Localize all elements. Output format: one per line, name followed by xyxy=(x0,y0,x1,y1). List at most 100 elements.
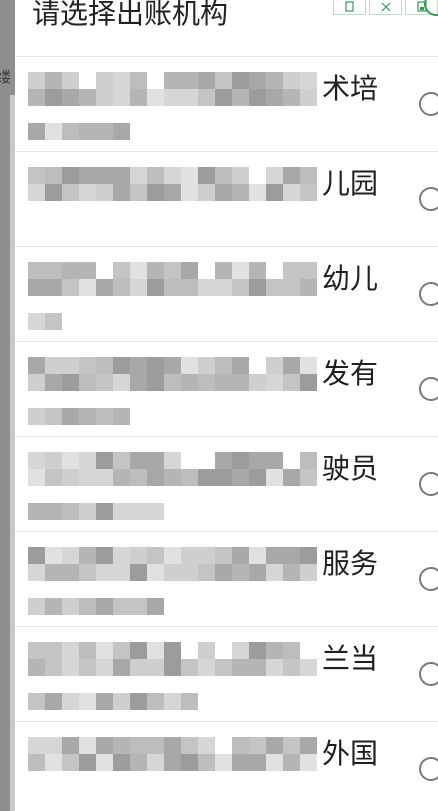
mosaic-cell xyxy=(45,184,62,201)
mosaic-cell xyxy=(164,374,181,391)
mosaic-cell xyxy=(266,547,283,564)
copy-button[interactable] xyxy=(333,0,366,15)
mosaic-cell xyxy=(283,357,300,374)
mosaic-cell xyxy=(45,167,62,184)
mosaic-cell xyxy=(164,642,181,659)
mosaic-cell xyxy=(215,89,232,106)
mosaic-cell xyxy=(249,279,266,296)
mosaic-cell xyxy=(79,642,96,659)
mosaic-cell xyxy=(130,693,147,710)
mosaic-cell xyxy=(62,503,79,520)
mosaic-cell xyxy=(147,754,164,771)
mosaic-cell xyxy=(45,642,62,659)
mosaic-cell xyxy=(28,313,45,330)
mosaic-cell xyxy=(130,167,147,184)
mosaic-cell xyxy=(232,167,249,184)
list-item[interactable]: 驶员 xyxy=(15,437,438,532)
mosaic-cell xyxy=(249,469,266,486)
mosaic-cell xyxy=(232,262,249,279)
mosaic-cell xyxy=(79,279,96,296)
list-item[interactable]: 外国 xyxy=(15,722,438,811)
radio-button[interactable] xyxy=(419,187,438,211)
mosaic-cell xyxy=(28,564,45,581)
mosaic-cell xyxy=(28,693,45,710)
mosaic-cell xyxy=(130,503,147,520)
mosaic-cell xyxy=(45,754,62,771)
mosaic-cell xyxy=(147,737,164,754)
mosaic-cell xyxy=(45,357,62,374)
mosaic-cell xyxy=(249,89,266,106)
mosaic-cell xyxy=(198,564,215,581)
mosaic-cell xyxy=(113,374,130,391)
mosaic-cell xyxy=(79,503,96,520)
mosaic-cell xyxy=(232,452,249,469)
org-label: 幼儿 xyxy=(322,262,379,295)
mosaic-cell xyxy=(300,89,317,106)
list-item[interactable]: 兰当 xyxy=(15,627,438,722)
mosaic-cell xyxy=(45,72,62,89)
org-label: 儿园 xyxy=(322,167,379,200)
expand-button[interactable] xyxy=(369,0,402,15)
list-item[interactable]: 术培 xyxy=(15,57,438,152)
mosaic-cell xyxy=(232,547,249,564)
mosaic-cell xyxy=(96,693,113,710)
mosaic-cell xyxy=(181,279,198,296)
mosaic-cell xyxy=(113,693,130,710)
mosaic-cell xyxy=(79,564,96,581)
redacted-mosaic xyxy=(28,452,317,520)
redacted-mosaic xyxy=(28,262,317,330)
mosaic-cell xyxy=(181,167,198,184)
mosaic-cell xyxy=(300,374,317,391)
mosaic-cell xyxy=(147,564,164,581)
mosaic-cell xyxy=(266,89,283,106)
mosaic-cell xyxy=(28,452,45,469)
mosaic-cell xyxy=(181,564,198,581)
mosaic-cell xyxy=(147,547,164,564)
radio-button[interactable] xyxy=(419,282,438,306)
select-account-org-dialog: 请选择出账机构 术培 儿园 幼儿 发有 驶员 服务 兰当 外国 xyxy=(15,0,438,811)
radio-button[interactable] xyxy=(419,377,438,401)
mosaic-cell xyxy=(28,89,45,106)
radio-button[interactable] xyxy=(419,662,438,686)
mosaic-cell xyxy=(266,357,283,374)
mosaic-cell xyxy=(300,357,317,374)
mosaic-cell xyxy=(198,642,215,659)
mosaic-cell xyxy=(147,357,164,374)
mosaic-cell xyxy=(181,374,198,391)
mosaic-cell xyxy=(249,564,266,581)
mosaic-cell xyxy=(266,659,283,676)
radio-button[interactable] xyxy=(419,92,438,116)
mosaic-cell xyxy=(300,469,317,486)
mosaic-cell xyxy=(164,754,181,771)
mosaic-cell xyxy=(164,469,181,486)
mosaic-cell xyxy=(113,503,130,520)
mosaic-cell xyxy=(62,737,79,754)
mosaic-cell xyxy=(96,279,113,296)
list-item[interactable]: 发有 xyxy=(15,342,438,437)
mosaic-cell xyxy=(62,452,79,469)
list-item[interactable]: 儿园 xyxy=(15,152,438,247)
mosaic-cell xyxy=(62,659,79,676)
dialog-title: 请选择出账机构 xyxy=(32,0,229,30)
list-item[interactable]: 服务 xyxy=(15,532,438,627)
mosaic-cell xyxy=(79,737,96,754)
radio-button[interactable] xyxy=(419,757,438,781)
mosaic-cell xyxy=(45,279,62,296)
mosaic-cell xyxy=(283,547,300,564)
mosaic-cell xyxy=(215,72,232,89)
mosaic-cell xyxy=(79,184,96,201)
radio-button[interactable] xyxy=(419,472,438,496)
radio-button[interactable] xyxy=(419,567,438,591)
list-item[interactable]: 幼儿 xyxy=(15,247,438,342)
mosaic-cell xyxy=(96,503,113,520)
mosaic-cell xyxy=(79,598,96,615)
mosaic-cell xyxy=(164,547,181,564)
mosaic-cell xyxy=(164,89,181,106)
copy-icon xyxy=(344,1,354,12)
mosaic-cell xyxy=(45,374,62,391)
mosaic-cell xyxy=(181,659,198,676)
mosaic-cell xyxy=(266,374,283,391)
mosaic-cell xyxy=(113,564,130,581)
mosaic-cell xyxy=(300,547,317,564)
mosaic-cell xyxy=(266,72,283,89)
